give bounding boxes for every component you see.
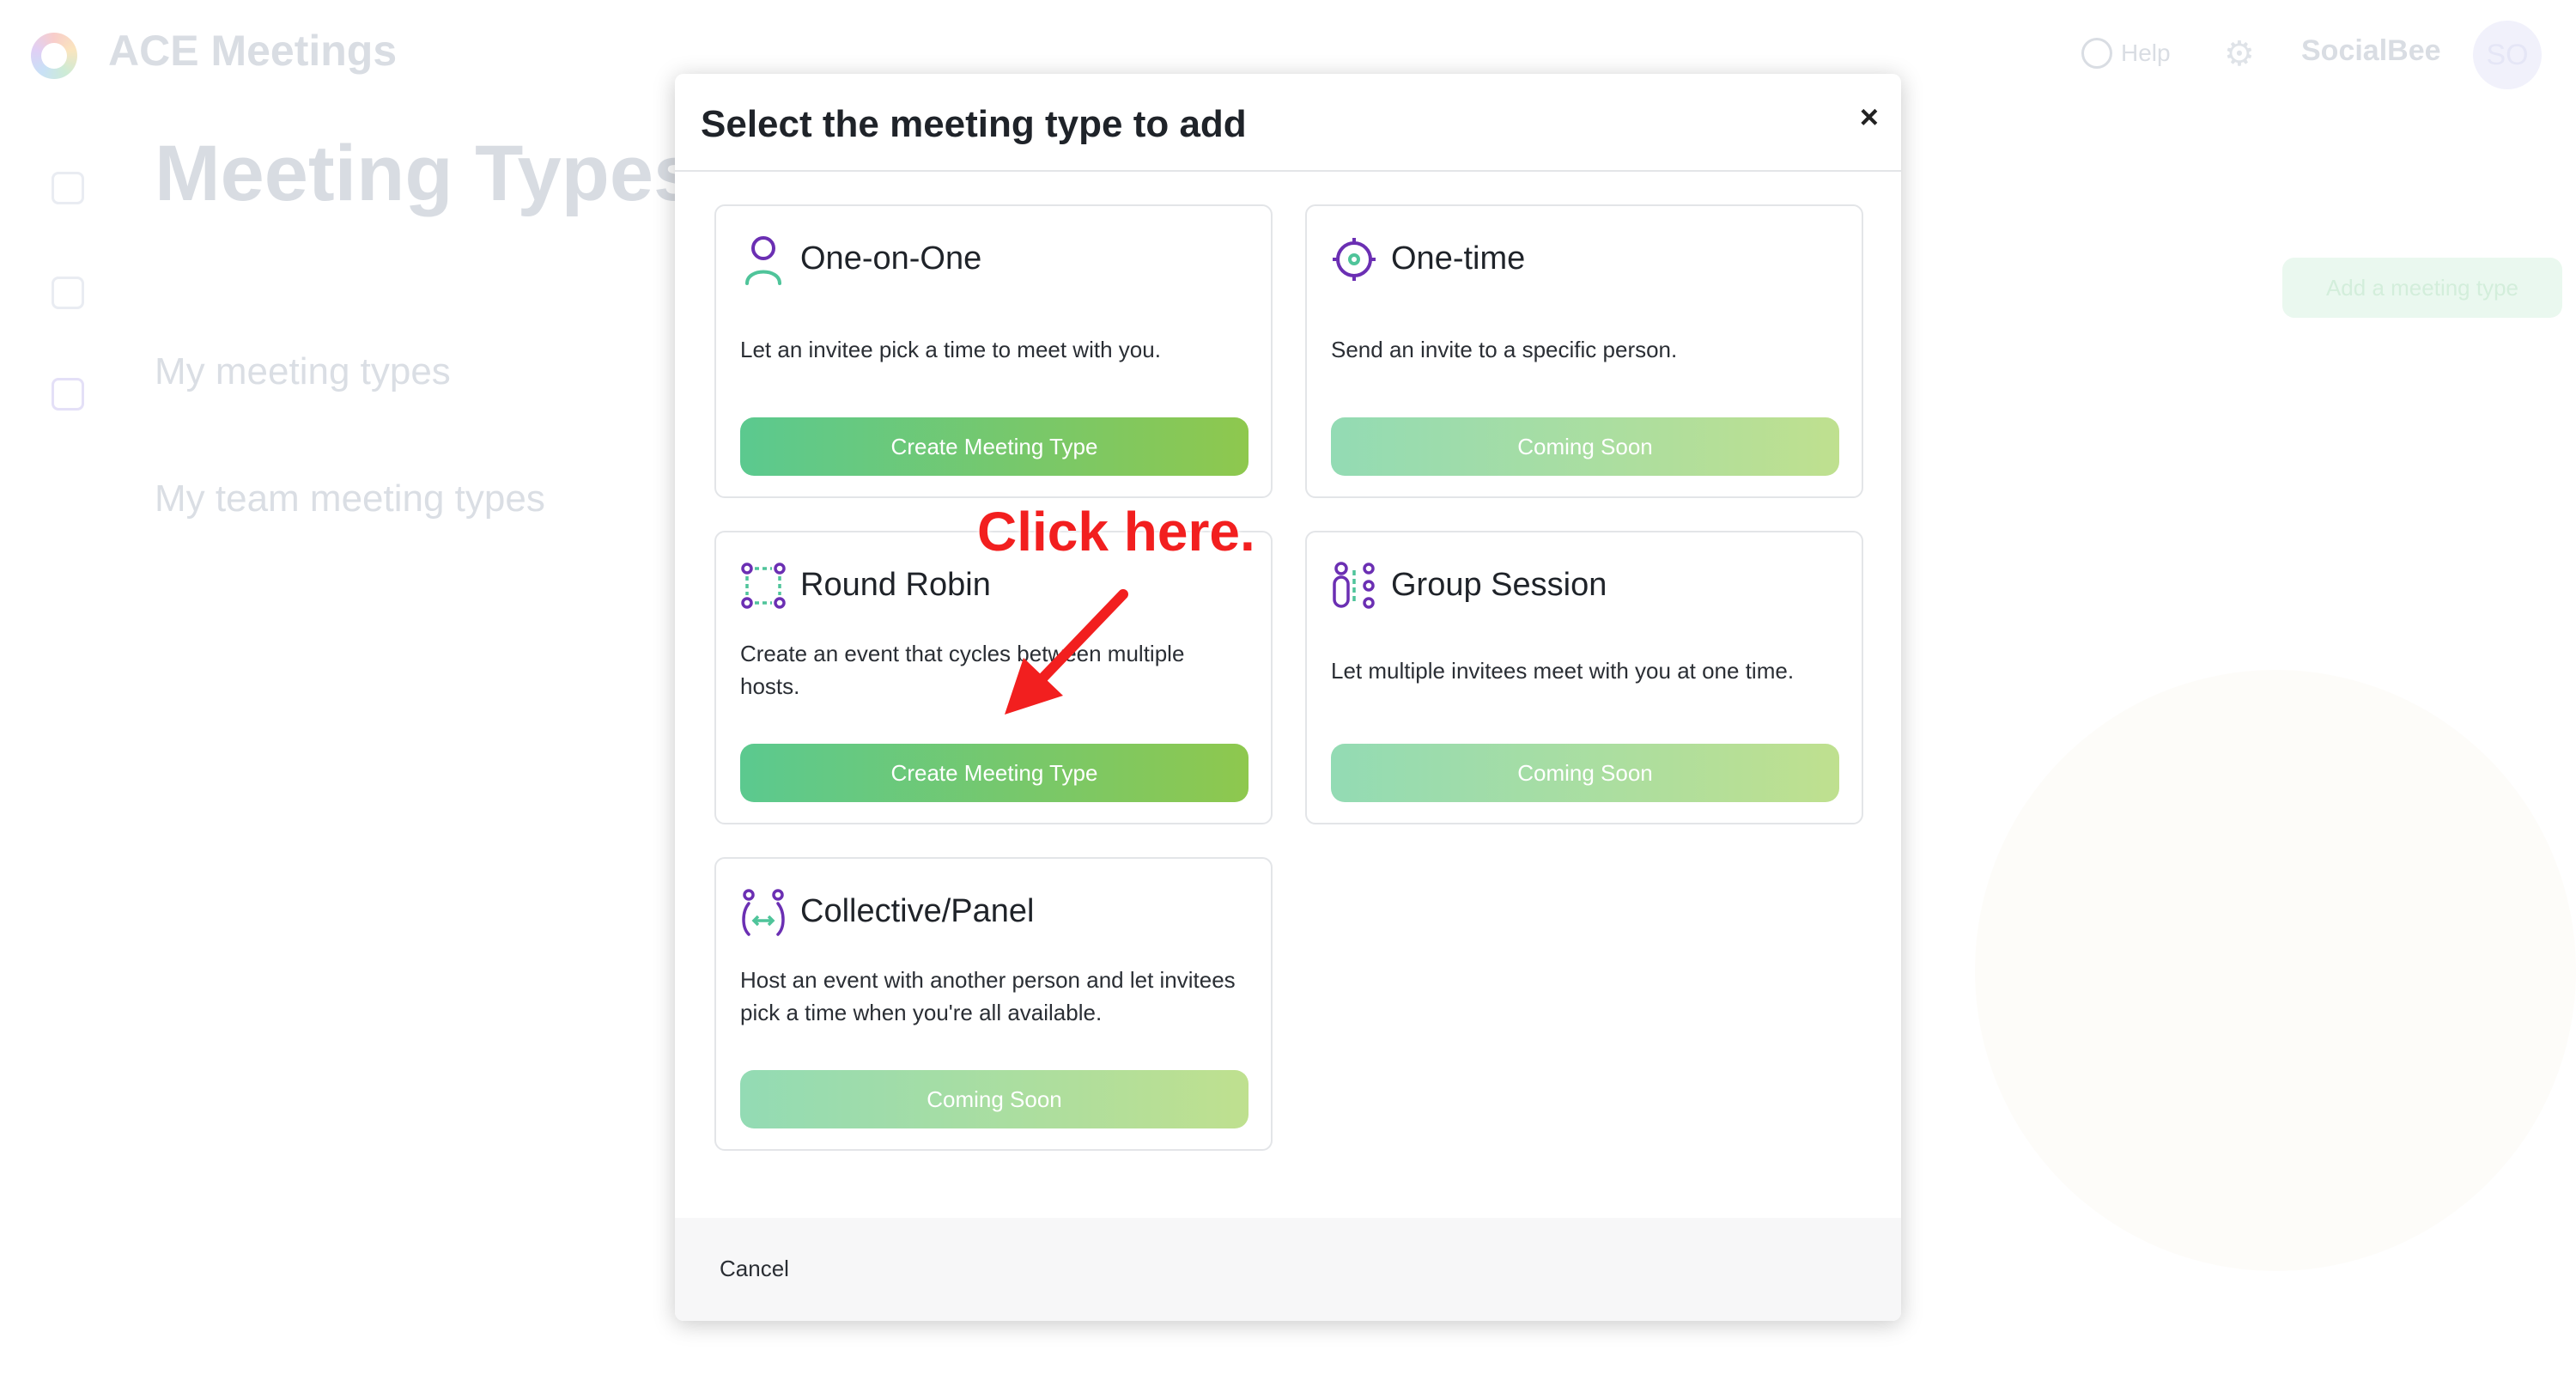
coming-soon-button: Coming Soon xyxy=(1331,417,1839,476)
my-meeting-types-label[interactable]: My meeting types xyxy=(155,350,451,393)
card-title: Round Robin xyxy=(800,567,991,603)
card-description: Host an event with another person and le… xyxy=(740,967,1236,1025)
card-title: Group Session xyxy=(1391,567,1607,603)
card-description: Send an invite to a specific person. xyxy=(1331,337,1678,362)
modal-title: Select the meeting type to add xyxy=(701,103,1247,145)
card-group-session: Group Session Let multiple invitees meet… xyxy=(1305,531,1863,824)
modal-header: Select the meeting type to add × xyxy=(675,74,1901,172)
modal-footer: Cancel xyxy=(675,1218,1901,1321)
avatar[interactable]: SO xyxy=(2473,21,2542,89)
card-title: Collective/Panel xyxy=(800,893,1035,929)
meeting-type-modal: Select the meeting type to add × One-on-… xyxy=(675,74,1901,1321)
background-decoration xyxy=(1975,670,2576,1271)
card-description: Let multiple invitees meet with you at o… xyxy=(1331,658,1795,684)
help-link[interactable]: Help xyxy=(2081,38,2171,69)
card-collective-panel: Collective/Panel Host an event with anot… xyxy=(714,857,1273,1151)
sidebar-calendar-icon[interactable] xyxy=(52,172,84,204)
close-icon[interactable]: × xyxy=(1860,100,1879,137)
sidebar-meeting-types-icon[interactable] xyxy=(52,378,84,411)
app-logo-icon xyxy=(31,33,77,79)
coming-soon-button: Coming Soon xyxy=(740,1070,1249,1128)
app-title: ACE Meetings xyxy=(108,27,398,75)
click-here-annotation: Click here. xyxy=(977,501,1255,563)
card-one-on-one: One-on-One Let an invitee pick a time to… xyxy=(714,204,1273,498)
coming-soon-button: Coming Soon xyxy=(1331,744,1839,802)
round-robin-icon xyxy=(741,563,786,609)
card-title: One-on-One xyxy=(800,240,982,277)
create-meeting-type-button[interactable]: Create Meeting Type xyxy=(740,417,1249,476)
target-icon xyxy=(1333,238,1376,281)
arrow-icon xyxy=(1005,589,1128,715)
card-title: One-time xyxy=(1391,240,1526,277)
create-meeting-type-button[interactable]: Create Meeting Type xyxy=(740,744,1249,802)
add-meeting-type-button[interactable]: Add a meeting type xyxy=(2282,258,2562,318)
sidebar-events-icon[interactable] xyxy=(52,277,84,309)
help-label: Help xyxy=(2121,40,2171,66)
help-icon xyxy=(2081,38,2112,69)
card-description: Let an invitee pick a time to meet with … xyxy=(740,337,1161,362)
gear-icon[interactable]: ⚙ xyxy=(2224,34,2255,74)
company-name[interactable]: SocialBee xyxy=(2301,34,2441,68)
team-meeting-types-label[interactable]: My team meeting types xyxy=(155,477,545,520)
collective-icon xyxy=(742,889,785,936)
group-icon xyxy=(1333,562,1375,609)
cancel-button[interactable]: Cancel xyxy=(720,1256,789,1282)
card-one-time: One-time Send an invite to a specific pe… xyxy=(1305,204,1863,498)
page-title: Meeting Types xyxy=(155,130,698,217)
person-icon xyxy=(745,236,781,285)
